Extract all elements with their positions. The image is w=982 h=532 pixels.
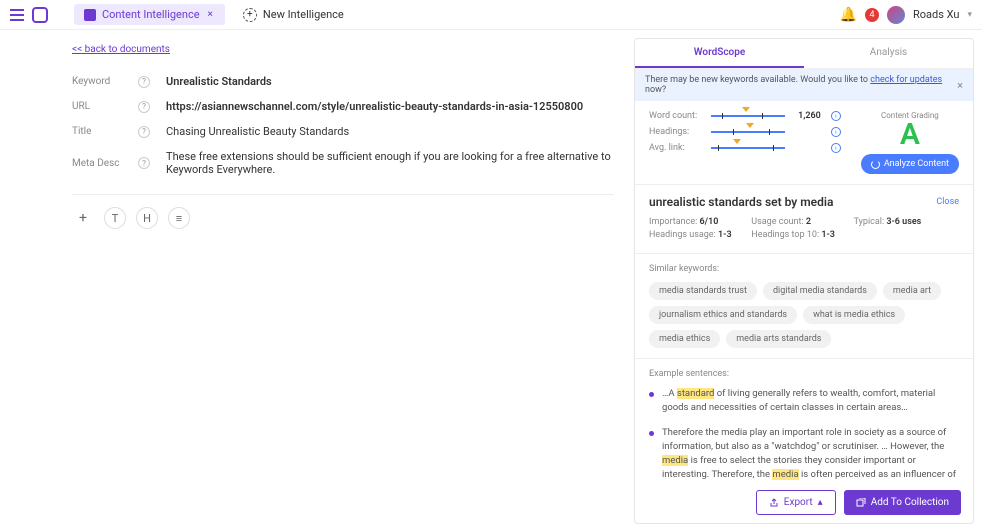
- headings-range: [711, 127, 785, 137]
- export-icon: [769, 498, 779, 508]
- avg-link-label: Avg. link:: [649, 143, 705, 153]
- back-link[interactable]: << back to documents: [72, 44, 170, 55]
- meta-desc-value: These free extensions should be sufficie…: [166, 150, 614, 176]
- bell-icon[interactable]: 🔔: [840, 7, 857, 23]
- close-link[interactable]: Close: [936, 197, 959, 207]
- keyword-label: Keyword: [72, 76, 128, 87]
- info-icon[interactable]: ?: [138, 157, 150, 169]
- example-sentence: Therefore the media play an important ro…: [649, 426, 959, 483]
- headings-label: Headings:: [649, 127, 705, 137]
- analyze-content-button[interactable]: Analyze Content: [861, 154, 959, 174]
- word-count-range: [711, 111, 785, 121]
- title-value: Chasing Unrealistic Beauty Standards: [166, 125, 614, 138]
- close-icon[interactable]: ×: [206, 9, 215, 20]
- add-to-collection-button[interactable]: Add To Collection: [844, 490, 961, 515]
- word-count-value: 1,260: [791, 111, 821, 121]
- url-value: https://asiannewschannel.com/style/unrea…: [166, 100, 614, 113]
- keyword-chip[interactable]: what is media ethics: [803, 306, 905, 324]
- app-logo: [32, 7, 48, 23]
- menu-icon[interactable]: [10, 9, 24, 21]
- new-tab-label: New Intelligence: [263, 8, 344, 21]
- heading-tool-button[interactable]: H: [136, 207, 158, 229]
- bullet-icon: [649, 392, 654, 397]
- info-icon[interactable]: ?: [138, 101, 150, 113]
- word-count-label: Word count:: [649, 111, 705, 121]
- chevron-up-icon: ▴: [818, 497, 823, 508]
- keyword-chip[interactable]: media ethics: [649, 330, 720, 348]
- collection-icon: [856, 498, 866, 508]
- meta-desc-label: Meta Desc: [72, 158, 128, 169]
- tab-wordscope[interactable]: WordScope: [635, 39, 804, 68]
- keyword-chip[interactable]: digital media standards: [763, 282, 877, 300]
- tab-content-intelligence[interactable]: Content Intelligence ×: [74, 4, 225, 25]
- avatar[interactable]: [887, 6, 905, 24]
- chevron-down-icon[interactable]: ▾: [967, 10, 972, 20]
- info-icon[interactable]: ?: [138, 76, 150, 88]
- keyword-chip[interactable]: media standards trust: [649, 282, 757, 300]
- keyword-value: Unrealistic Standards: [166, 75, 614, 88]
- plus-icon: +: [243, 8, 257, 22]
- url-label: URL: [72, 101, 128, 112]
- similar-label: Similar keywords:: [649, 264, 959, 274]
- avg-link-range: [711, 143, 785, 153]
- keyword-chip[interactable]: media arts standards: [726, 330, 831, 348]
- info-icon[interactable]: ?: [138, 126, 150, 138]
- expand-icon[interactable]: ›: [831, 111, 841, 121]
- expand-icon[interactable]: ›: [831, 143, 841, 153]
- tab-analysis[interactable]: Analysis: [804, 39, 973, 68]
- close-icon[interactable]: ×: [957, 79, 963, 92]
- title-label: Title: [72, 126, 128, 137]
- keyword-chip[interactable]: media art: [883, 282, 941, 300]
- example-sentence: …A standard of living generally refers t…: [649, 387, 959, 416]
- keyword-title: unrealistic standards set by media: [649, 195, 833, 209]
- refresh-icon: [871, 160, 880, 169]
- user-name: Roads Xu: [913, 8, 960, 21]
- check-updates-link[interactable]: check for updates: [870, 75, 942, 85]
- update-banner: There may be new keywords available. Wou…: [635, 69, 973, 101]
- keyword-chip[interactable]: journalism ethics and standards: [649, 306, 797, 324]
- tab-icon: [84, 9, 96, 21]
- examples-label: Example sentences:: [649, 369, 959, 379]
- notification-badge[interactable]: 4: [865, 8, 879, 22]
- add-block-button[interactable]: +: [72, 207, 94, 229]
- expand-icon[interactable]: ›: [831, 127, 841, 137]
- bullet-icon: [649, 431, 654, 436]
- list-tool-button[interactable]: ≡: [168, 207, 190, 229]
- grade-value: A: [861, 120, 959, 150]
- new-tab-button[interactable]: + New Intelligence: [233, 4, 354, 26]
- text-tool-button[interactable]: T: [104, 207, 126, 229]
- tab-label: Content Intelligence: [102, 8, 200, 21]
- export-button[interactable]: Export ▴: [756, 490, 836, 515]
